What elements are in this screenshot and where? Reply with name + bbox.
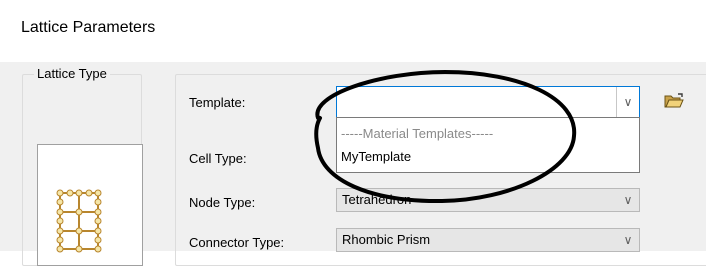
dropdown-header-item: -----Material Templates-----	[341, 126, 494, 141]
dropdown-item-mytemplate[interactable]: MyTemplate	[341, 149, 411, 164]
cell-type-label: Cell Type:	[189, 151, 247, 166]
window-title: Lattice Parameters	[21, 19, 156, 36]
chevron-down-icon[interactable]: ∨	[617, 229, 639, 251]
lattice-type-legend: Lattice Type	[34, 66, 110, 81]
template-dropdown-list: -----Material Templates----- MyTemplate	[336, 117, 640, 173]
template-label: Template:	[189, 95, 246, 110]
lattice-grid-icon	[56, 189, 102, 253]
connector-type-combo[interactable]: Rhombic Prism ∨	[336, 228, 640, 252]
folder-open-icon[interactable]	[663, 92, 685, 110]
template-combo[interactable]: ∨	[336, 86, 640, 118]
connector-type-value: Rhombic Prism	[342, 232, 431, 247]
title-bar: Lattice Parameters	[0, 0, 706, 62]
connector-type-label: Connector Type:	[189, 235, 285, 250]
node-type-combo[interactable]: Tetrahedron ∨	[336, 188, 640, 212]
chevron-down-icon: ∨	[623, 95, 633, 109]
template-dropdown-button[interactable]: ∨	[616, 87, 639, 117]
lattice-preview	[37, 144, 143, 266]
node-type-value: Tetrahedron	[342, 192, 412, 207]
node-type-label: Node Type:	[189, 195, 256, 210]
chevron-down-icon[interactable]: ∨	[617, 189, 639, 211]
